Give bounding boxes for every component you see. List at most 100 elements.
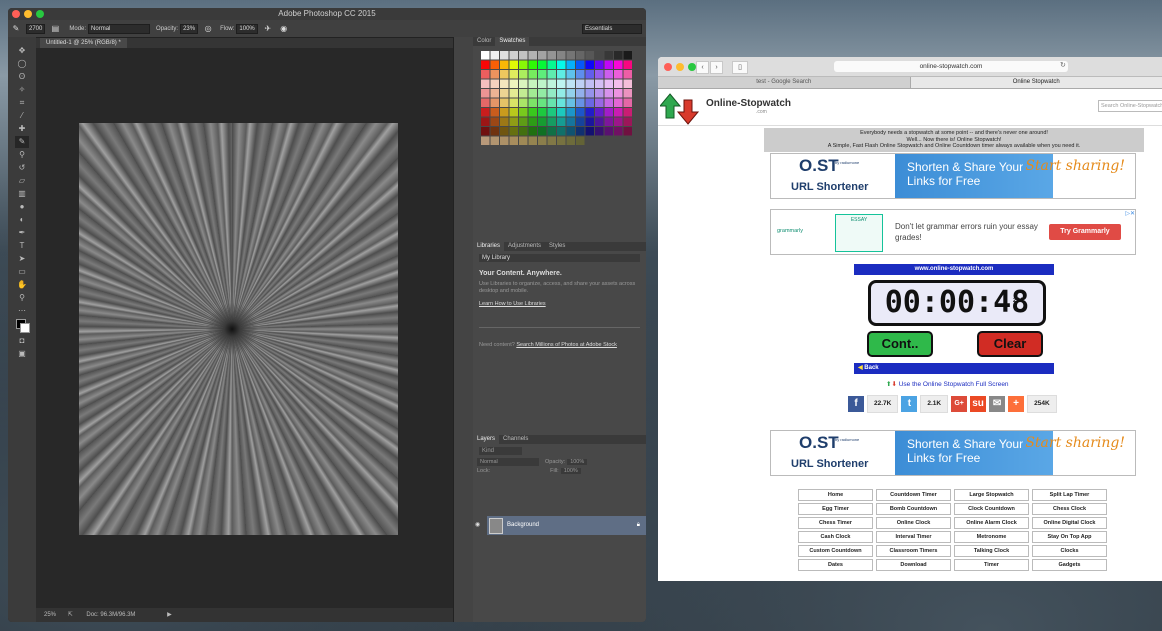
swatch[interactable] (566, 108, 576, 117)
email-icon[interactable]: ✉ (989, 396, 1006, 412)
swatch[interactable] (576, 127, 585, 136)
swatch[interactable] (585, 70, 595, 79)
clear-button[interactable]: Clear (977, 331, 1043, 357)
safari-close-button[interactable] (664, 63, 672, 71)
swatch[interactable] (528, 136, 538, 146)
swatch[interactable] (576, 60, 585, 70)
swatch[interactable] (528, 79, 538, 89)
swatch[interactable] (566, 70, 576, 79)
brush-size[interactable]: 2700 (26, 23, 46, 34)
swatch[interactable] (557, 127, 566, 136)
swatch[interactable] (519, 70, 528, 79)
workspace-select[interactable]: Essentials (582, 23, 642, 34)
swatch[interactable] (614, 108, 623, 117)
move-tool-icon[interactable]: ✥ (15, 45, 29, 57)
swatch[interactable] (557, 60, 566, 70)
swatch[interactable] (519, 89, 528, 98)
tab-online-stopwatch[interactable]: Online Stopwatch (909, 77, 1162, 88)
facebook-icon[interactable]: f (848, 396, 864, 412)
ad-grammarly[interactable]: grammarly ESSAY Don't let grammar errors… (770, 209, 1136, 255)
learn-libraries-link[interactable]: Learn How to Use Libraries (479, 301, 640, 307)
dodge-tool-icon[interactable]: ◐ (15, 214, 29, 226)
tab-libraries[interactable]: Libraries (473, 242, 505, 251)
quick-select-tool-icon[interactable]: ✧ (15, 84, 29, 96)
swatch[interactable] (490, 51, 500, 60)
swatch[interactable] (595, 60, 604, 70)
tab-styles[interactable]: Styles (545, 242, 569, 251)
swatch[interactable] (500, 117, 509, 127)
swatch[interactable] (538, 117, 547, 127)
site-link[interactable]: Countdown Timer (876, 489, 951, 501)
swatch[interactable] (509, 79, 519, 89)
swatch[interactable] (623, 98, 633, 108)
swatch[interactable] (538, 51, 547, 60)
pen-tool-icon[interactable]: ✒ (15, 227, 29, 239)
swatch[interactable] (509, 108, 519, 117)
zoom-tool-icon[interactable]: ⚲ (15, 292, 29, 304)
site-link[interactable]: Chess Clock (1032, 503, 1107, 515)
swatch[interactable] (519, 98, 528, 108)
reload-icon[interactable]: ↻ (1060, 61, 1066, 69)
ad-post-cta[interactable]: Start sharing! (1025, 159, 1125, 174)
stumbleupon-icon[interactable]: su (970, 396, 987, 412)
brush-panel-icon[interactable]: ▤ (50, 24, 60, 34)
fullscreen-link[interactable]: ⬆⬇ Use the Online Stopwatch Full Screen (886, 380, 1009, 388)
swatch[interactable] (500, 136, 509, 146)
swatch[interactable] (576, 98, 585, 108)
hand-tool-icon[interactable]: ✋ (15, 279, 29, 291)
brush-tool-icon[interactable]: ✎ (11, 24, 21, 34)
swatch[interactable] (595, 51, 604, 60)
site-link[interactable]: Bomb Countdown (876, 503, 951, 515)
close-window-button[interactable] (12, 10, 20, 18)
tab-adjustments[interactable]: Adjustments (504, 242, 545, 251)
swatch[interactable] (623, 108, 633, 117)
swatch[interactable] (500, 108, 509, 117)
mode-select[interactable]: Normal (88, 23, 151, 34)
swatch[interactable] (547, 79, 557, 89)
swatch[interactable] (604, 117, 614, 127)
type-tool-icon[interactable]: T (15, 240, 29, 252)
swatch[interactable] (500, 79, 509, 89)
swatch[interactable] (490, 89, 500, 98)
marquee-tool-icon[interactable]: ◯ (15, 58, 29, 70)
swatch[interactable] (481, 70, 490, 79)
swatch[interactable] (557, 89, 566, 98)
swatch[interactable] (576, 89, 585, 98)
try-grammarly-button[interactable]: Try Grammarly (1049, 224, 1121, 240)
color-swatches-icon[interactable] (15, 318, 30, 334)
swatch[interactable] (585, 127, 595, 136)
swatch[interactable] (557, 51, 566, 60)
blend-mode-select[interactable]: Normal (477, 458, 539, 466)
swatch[interactable] (595, 79, 604, 89)
swatch[interactable] (490, 98, 500, 108)
continue-button[interactable]: Cont.. (867, 331, 933, 357)
swatch[interactable] (566, 89, 576, 98)
forward-arrow-icon[interactable]: › (710, 61, 723, 74)
swatch[interactable] (481, 89, 490, 98)
quick-mask-icon[interactable]: ◘ (15, 335, 29, 347)
site-link[interactable]: Cash Clock (798, 531, 873, 543)
swatch[interactable] (614, 70, 623, 79)
pressure-size-icon[interactable]: ◉ (279, 24, 289, 34)
swatch[interactable] (528, 127, 538, 136)
swatch-grid[interactable] (473, 47, 646, 157)
swatch[interactable] (623, 51, 633, 60)
tab-google-search[interactable]: test - Google Search (658, 77, 910, 88)
swatch[interactable] (604, 70, 614, 79)
swatch[interactable] (490, 117, 500, 127)
swatch[interactable] (614, 98, 623, 108)
swatch[interactable] (547, 108, 557, 117)
swatch[interactable] (500, 89, 509, 98)
swatch[interactable] (557, 70, 566, 79)
site-link[interactable]: Gadgets (1032, 559, 1107, 571)
ad-post-url-shortener-2[interactable]: O.ST by radiumone URL Shortener Shorten … (770, 430, 1136, 476)
document-tab[interactable]: Untitled-1 @ 25% (RGB/8) * (40, 38, 127, 48)
swatch[interactable] (509, 60, 519, 70)
swatch[interactable] (481, 108, 490, 117)
export-icon[interactable]: ⇱ (68, 612, 73, 618)
status-arrow-icon[interactable]: ▶ (167, 612, 172, 618)
swatch[interactable] (528, 70, 538, 79)
swatch[interactable] (538, 60, 547, 70)
swatch[interactable] (547, 60, 557, 70)
swatch[interactable] (557, 98, 566, 108)
